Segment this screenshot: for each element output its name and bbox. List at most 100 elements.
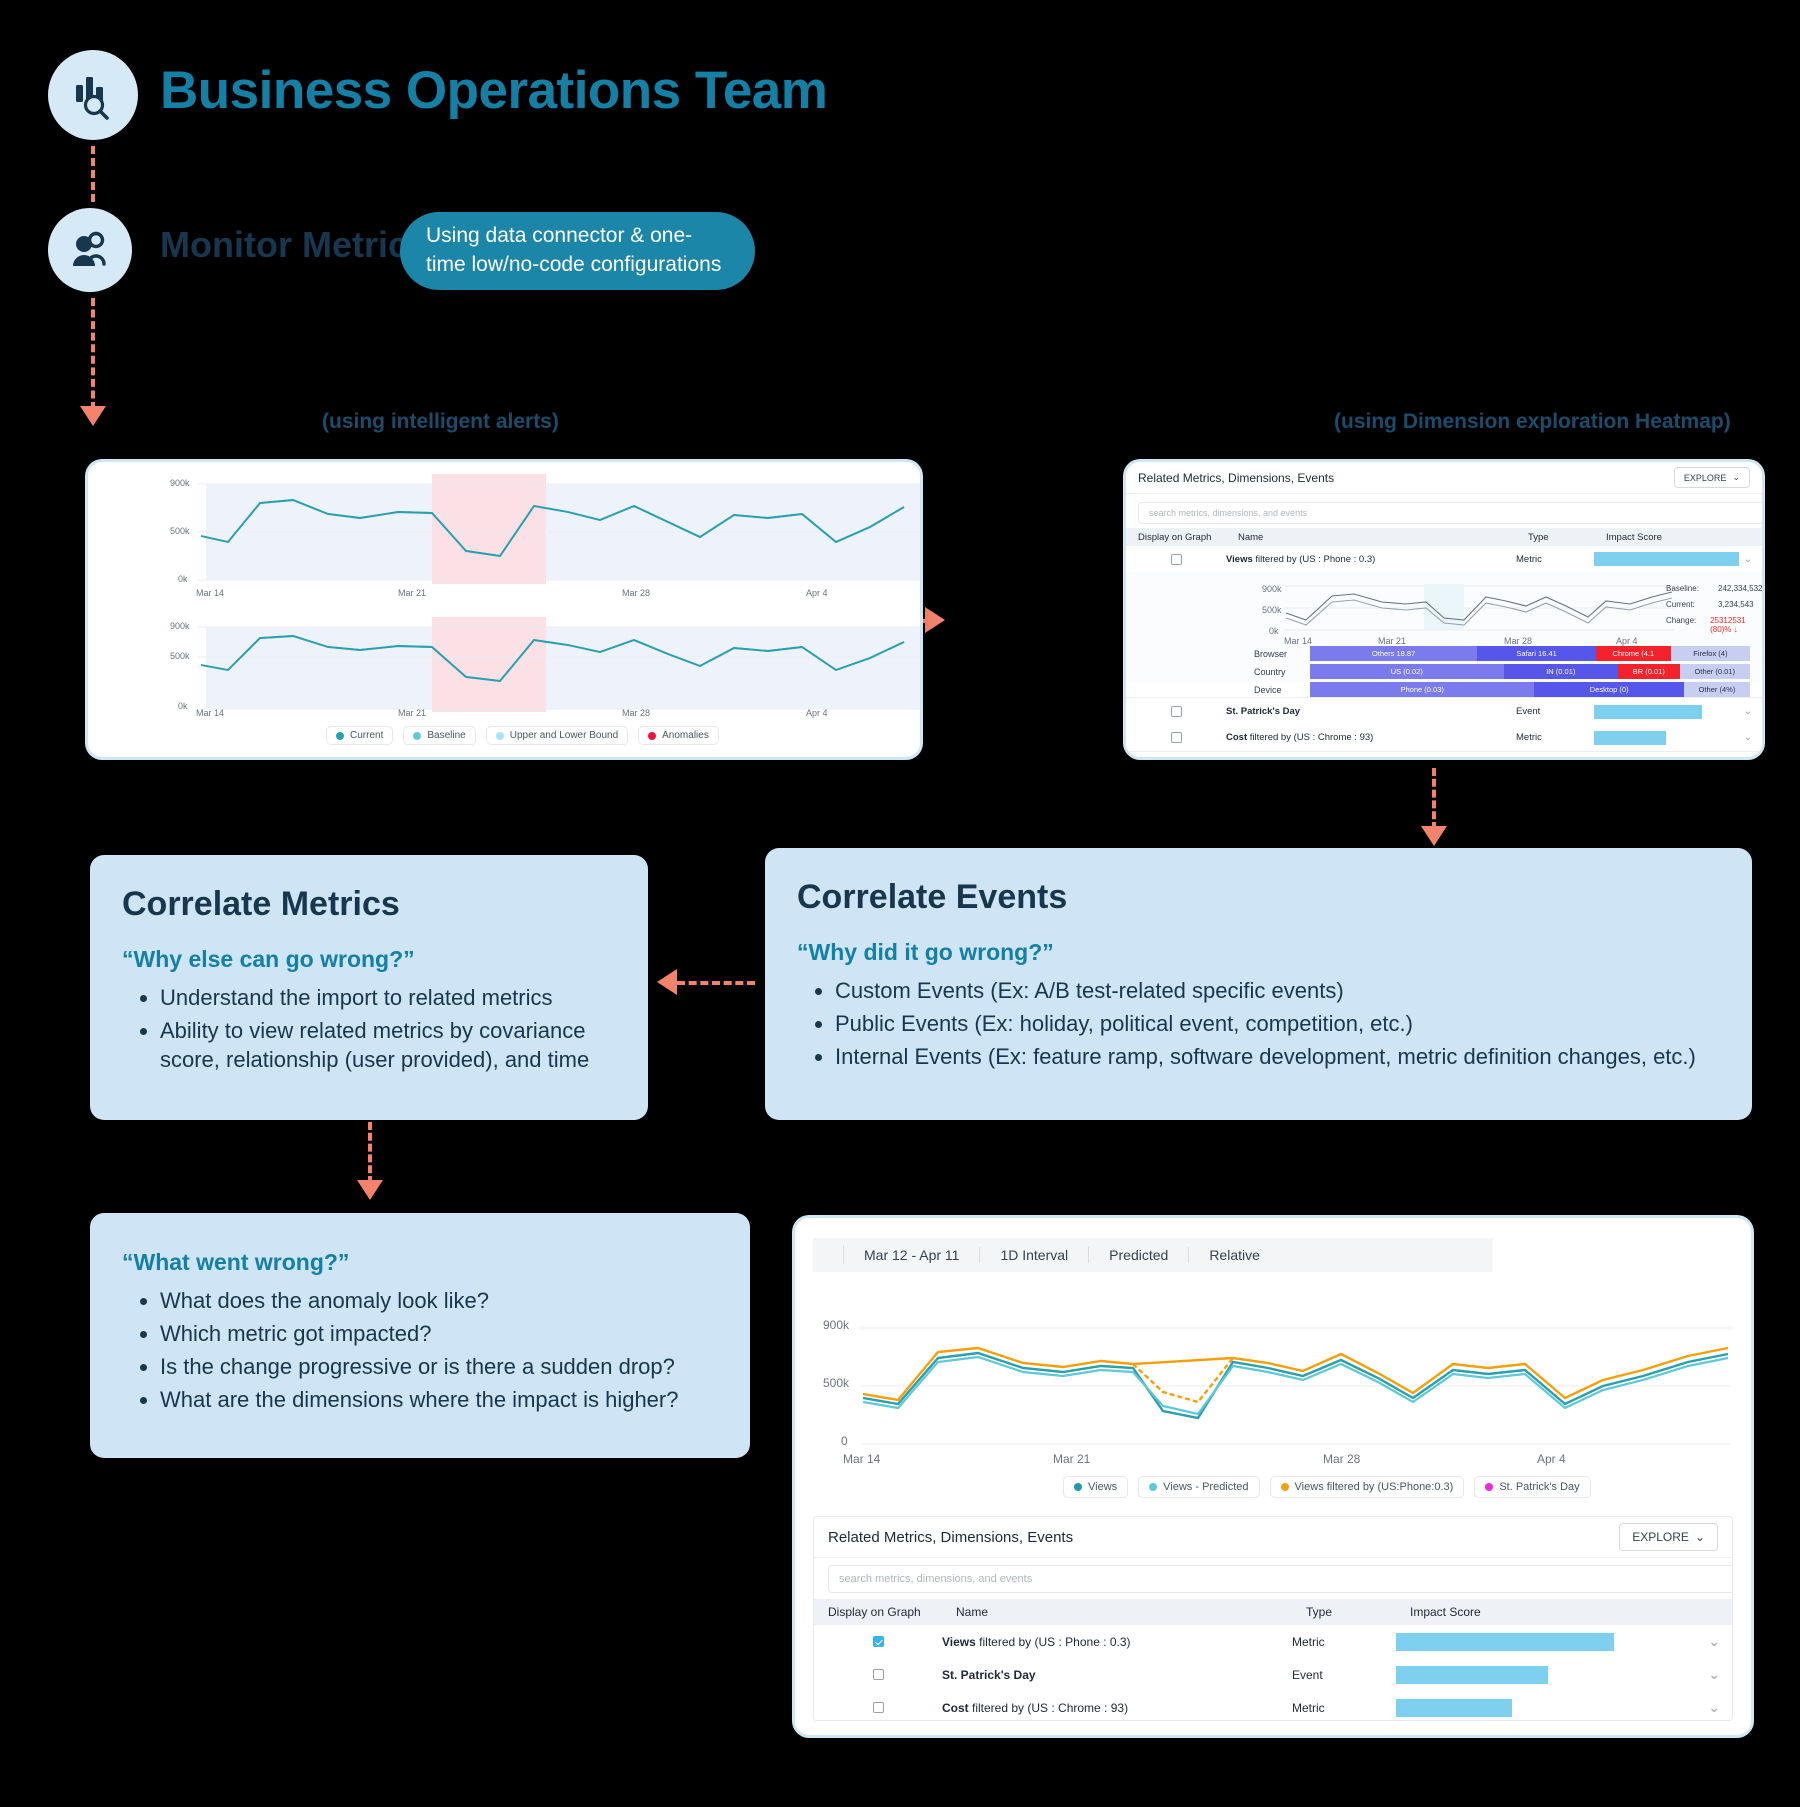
connector-events-to-metrics [677, 981, 755, 985]
impact-bar [1594, 552, 1739, 566]
explore-button-heatmap[interactable]: EXPLORE ⌄ [1673, 467, 1750, 488]
explore-dashboard-screenshot[interactable]: Mar 12 - Apr 11 1D Interval Predicted Re… [795, 1218, 1751, 1735]
table-row[interactable]: Views filtered by (US : Phone : 0.3) Met… [1126, 546, 1762, 573]
heatmap-search-input[interactable]: search metrics, dimensions, and events [1138, 502, 1762, 524]
impact-bar [1396, 1632, 1614, 1651]
chevron-down-icon[interactable]: ⌄ [1744, 706, 1752, 717]
list-item: Custom Events (Ex: A/B test-related spec… [835, 976, 1720, 1005]
toolbar-date-range[interactable]: Mar 12 - Apr 11 [844, 1247, 981, 1263]
explore-search-input[interactable]: search metrics, dimensions, and events [828, 1565, 1732, 1593]
legend-item-views-predicted[interactable]: Views - Predicted [1138, 1476, 1260, 1498]
chevron-down-icon[interactable]: ⌄ [1708, 1699, 1720, 1716]
legend-dot-bounds [495, 731, 504, 740]
list-item: What does the anomaly look like? [160, 1286, 718, 1315]
chevron-down-icon[interactable]: ⌄ [1708, 1633, 1720, 1650]
heat-segment[interactable]: BR (0.01) [1617, 664, 1680, 679]
arrow-right-to-heatmap [925, 607, 945, 633]
toolbar-relative[interactable]: Relative [1189, 1247, 1280, 1263]
connector-heatmap-to-events [1432, 768, 1436, 830]
chevron-down-icon[interactable]: ⌄ [1744, 732, 1752, 743]
toolbar-interval[interactable]: 1D Interval [980, 1247, 1090, 1263]
legend-item-anomalies[interactable]: Anomalies [638, 726, 719, 745]
x-tick-mar28-top: Mar 28 [622, 588, 651, 598]
heat-row-label: Device [1254, 684, 1282, 695]
stat-label-baseline: Baseline: [1666, 584, 1699, 593]
heat-row-device: Device Phone (0.03) Desktop (0) Other (4… [1254, 682, 1750, 697]
legend-item-views-filtered[interactable]: Views filtered by (US:Phone:0.3) [1269, 1476, 1465, 1498]
toolbar-predicted[interactable]: Predicted [1089, 1247, 1190, 1263]
row-checkbox-cost[interactable] [1170, 732, 1182, 743]
heatmap-table-header: Display on Graph Name Type Impact Score [1126, 528, 1762, 546]
infographic-canvas: Business Operations Team Monitor Metrics… [0, 0, 1800, 1807]
arrow-down-to-events [1421, 826, 1447, 846]
legend-label-st-patricks: St. Patrick's Day [1499, 1481, 1580, 1493]
correlate-events-title: Correlate Events [797, 878, 1068, 916]
x-tick-mar21-top: Mar 21 [398, 588, 427, 598]
what-went-wrong-card: “What went wrong?” What does the anomaly… [90, 1213, 750, 1458]
heat-segment[interactable]: Others 18.87 [1310, 646, 1478, 661]
heat-segment[interactable]: Safari 16.41 [1477, 646, 1596, 661]
table-row[interactable]: Views filtered by (US : Phone : 0.3) Met… [814, 1625, 1732, 1659]
chevron-down-icon[interactable]: ⌄ [1708, 1666, 1720, 1683]
heat-segment[interactable]: IN (0.01) [1503, 664, 1618, 679]
col-name: Name [956, 1605, 989, 1619]
alert-chart-legend: Current Baseline Upper and Lower Bound A… [326, 726, 719, 745]
list-item: Internal Events (Ex: feature ramp, softw… [835, 1042, 1720, 1071]
row-name-bold: Cost [1226, 732, 1248, 743]
connector-monitor-to-alerts [91, 298, 95, 410]
impact-bar [1594, 704, 1702, 719]
legend-dot-current [336, 731, 344, 740]
table-row[interactable]: St. Patrick's Day Event ⌄ [1126, 697, 1762, 726]
row-name-rest: filtered by (US : Phone : 0.3) [1252, 553, 1376, 565]
heat-segment[interactable]: Desktop (0) [1534, 682, 1684, 697]
col-name: Name [1238, 531, 1264, 543]
search-placeholder: search metrics, dimensions, and events [1149, 508, 1308, 518]
row-checkbox-cost[interactable] [872, 1702, 884, 1713]
chevron-down-icon[interactable]: ⌄ [1744, 554, 1752, 565]
detail-x-tick-mar14: Mar 14 [1284, 636, 1313, 646]
row-checkbox-st-patricks-day[interactable] [872, 1669, 884, 1680]
legend-item-bounds[interactable]: Upper and Lower Bound [485, 726, 629, 745]
legend-label-views: Views [1088, 1481, 1118, 1493]
explore-label: EXPLORE [1683, 472, 1727, 483]
heat-segment[interactable]: Other (0.01) [1679, 664, 1750, 679]
chevron-down-icon: ⌄ [1732, 472, 1740, 482]
dimension-heatmap-screenshot[interactable]: Related Metrics, Dimensions, Events EXPL… [1126, 462, 1762, 757]
x-tick-apr4-bottom: Apr 4 [806, 708, 828, 718]
heat-segment[interactable]: Other (4%) [1683, 682, 1750, 697]
y-tick-900k-top: 900k [170, 478, 190, 488]
legend-label-baseline: Baseline [427, 730, 466, 741]
row-type: Metric [1292, 1700, 1325, 1715]
row-name-bold: Views [1226, 553, 1253, 565]
heat-segment[interactable]: Phone (0.03) [1310, 682, 1535, 697]
connector-metrics-to-wwv [368, 1122, 372, 1184]
legend-item-current[interactable]: Current [326, 726, 394, 745]
explore-y-tick-900k: 900k [823, 1318, 850, 1332]
col-impact-score: Impact Score [1606, 531, 1662, 543]
legend-dot-st-patricks [1485, 1483, 1494, 1491]
row-checkbox-views[interactable] [1170, 553, 1182, 565]
heat-segment[interactable]: Firefox (4) [1670, 646, 1750, 661]
list-item: Understand the import to related metrics [160, 983, 616, 1012]
detail-x-tick-apr4: Apr 4 [1616, 636, 1638, 646]
explore-x-tick-mar21: Mar 21 [1053, 1452, 1091, 1466]
legend-item-baseline[interactable]: Baseline [403, 726, 476, 745]
row-checkbox-views[interactable] [872, 1636, 884, 1647]
col-display-on-graph: Display on Graph [1138, 531, 1212, 543]
legend-item-st-patricks[interactable]: St. Patrick's Day [1474, 1476, 1591, 1498]
heat-segment[interactable]: Chrome (4.1 [1595, 646, 1671, 661]
detail-stats: Baseline: 242,334,532 Current: 3,234,543 C… [1666, 584, 1762, 634]
caption-dimension-heatmap: (using Dimension exploration Heatmap) [1334, 410, 1731, 433]
legend-item-views[interactable]: Views [1063, 1476, 1129, 1498]
table-row[interactable]: Cost filtered by (US : Chrome : 93) Metr… [814, 1691, 1732, 1720]
explore-button-bottom[interactable]: EXPLORE ⌄ [1619, 1523, 1718, 1551]
row-checkbox-st-patricks-day[interactable] [1170, 706, 1182, 717]
intelligent-alerts-screenshot[interactable]: 900k 500k 0k Mar 14 Mar 21 Mar 28 Apr 4 … [88, 462, 920, 757]
table-row[interactable]: Cost filtered by (US : Chrome : 93) Metr… [1126, 724, 1762, 752]
heat-row-country: Country US (0.02) IN (0.01) BR (0.01) Ot… [1254, 664, 1750, 679]
detail-x-tick-mar21: Mar 21 [1378, 636, 1407, 646]
table-row[interactable]: St. Patrick's Day Event ⌄ [814, 1658, 1732, 1692]
correlate-events-bullets: Custom Events (Ex: A/B test-related spec… [797, 976, 1720, 1071]
correlate-metrics-title: Correlate Metrics [122, 885, 400, 923]
heat-segment[interactable]: US (0.02) [1310, 664, 1504, 679]
